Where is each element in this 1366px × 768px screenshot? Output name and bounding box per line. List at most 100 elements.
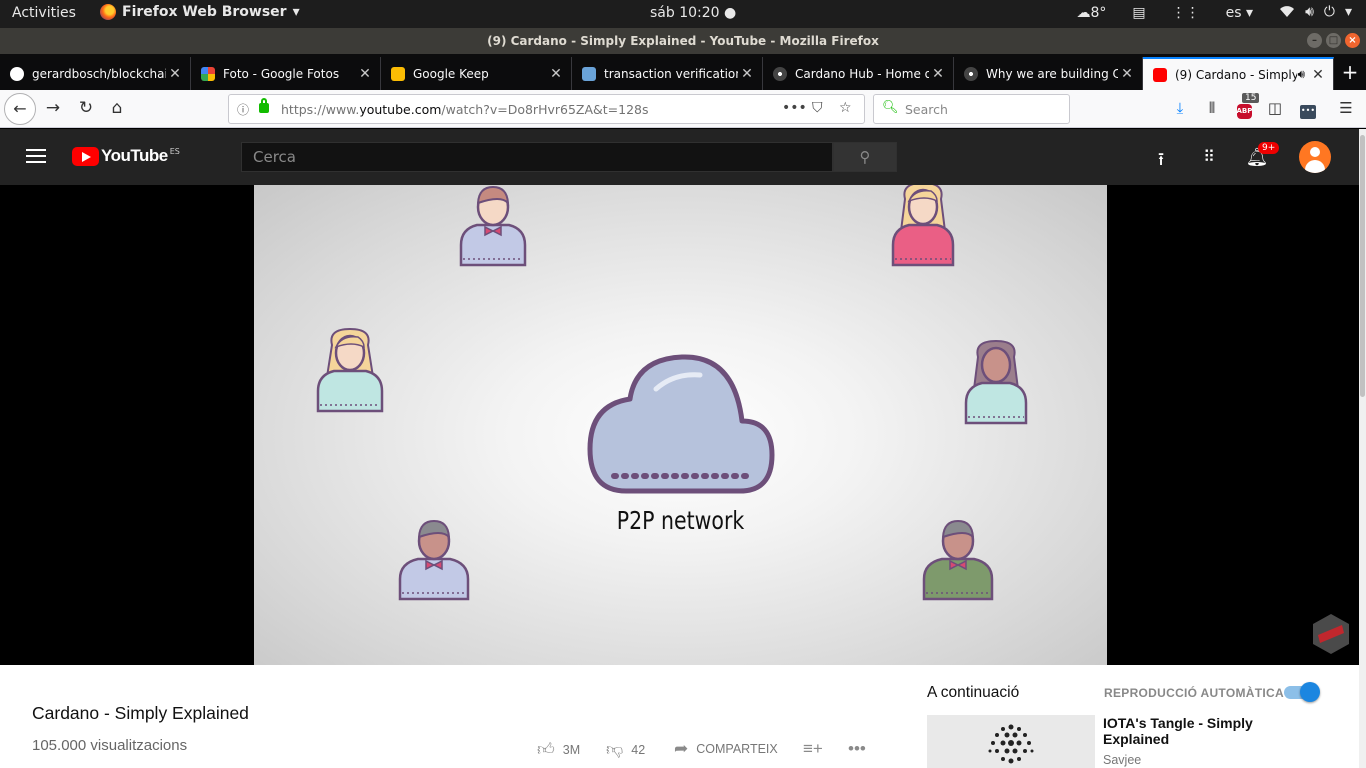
close-tab-icon[interactable]: ✕ — [929, 66, 947, 82]
save-to-playlist-button[interactable]: ≡+ — [803, 739, 823, 759]
share-button[interactable]: ➦ COMPARTEIX — [674, 739, 778, 759]
library-icon[interactable]: ⫴ — [1201, 99, 1223, 117]
tab-github[interactable]: gerardbosch/blockchain ✕ — [0, 57, 191, 90]
cardano-icon — [964, 66, 978, 81]
tab-label: transaction verification — [604, 66, 738, 81]
close-tab-icon[interactable]: ✕ — [356, 66, 374, 82]
activities-button[interactable]: Activities — [12, 5, 76, 21]
language-text: es — [1225, 5, 1242, 21]
tab-google-keep[interactable]: Google Keep ✕ — [381, 57, 572, 90]
share-arrow-icon: ➦ — [674, 739, 689, 758]
next-video-channel[interactable]: Savjee — [1103, 753, 1141, 767]
power-icon: ⏻ — [1323, 4, 1335, 20]
sidebar-icon[interactable]: ◫ — [1264, 99, 1286, 117]
bookmark-star-icon[interactable]: ☆ — [839, 100, 852, 116]
search-placeholder: Search — [905, 102, 948, 117]
dislike-button[interactable]: 👎︎ 42 — [606, 739, 645, 760]
forward-button[interactable]: → — [42, 98, 64, 118]
indicator-bars-icon[interactable]: ⋮⋮ — [1172, 5, 1200, 21]
tab-cardano-hub[interactable]: Cardano Hub - Home of ✕ — [763, 57, 954, 90]
firefox-icon — [100, 4, 116, 20]
status-menu[interactable]: 🔊︎ ⏻ ▾ — [1279, 4, 1352, 22]
page-scrollbar[interactable] — [1359, 129, 1366, 768]
chevron-down-icon: ▾ — [292, 4, 300, 20]
guide-menu-icon[interactable] — [26, 149, 46, 167]
lock-icon[interactable] — [259, 98, 269, 113]
weather-indicator[interactable]: ☁8° — [1077, 5, 1107, 21]
scrollbar-thumb[interactable] — [1360, 135, 1365, 397]
autoplay-toggle[interactable] — [1284, 682, 1320, 702]
close-tab-icon[interactable]: ✕ — [166, 66, 184, 82]
clock[interactable]: sáb 10:20 ● — [650, 5, 736, 21]
window-title-bar: (9) Cardano - Simply Explained - YouTube… — [0, 28, 1366, 54]
pocket-icon[interactable]: ⛉ — [812, 100, 823, 116]
app-name: Firefox Web Browser — [122, 4, 287, 20]
youtube-search-button[interactable]: ⚲ — [833, 142, 897, 172]
search-icon: ⚲ — [859, 148, 871, 166]
wifi-icon — [1279, 4, 1295, 22]
close-tab-icon[interactable]: ✕ — [1118, 66, 1136, 82]
url-prefix: https://www. — [281, 102, 360, 117]
tab-label: Google Keep — [413, 66, 489, 81]
search-bar[interactable]: 🔍︎ Search — [873, 94, 1070, 124]
chevron-down-icon: ▾ — [1344, 4, 1352, 20]
channel-watermark-icon[interactable] — [1312, 613, 1350, 659]
chevron-down-icon: ▾ — [1246, 5, 1254, 21]
google-photos-icon — [201, 66, 215, 81]
tab-youtube-cardano[interactable]: (9) Cardano - Simply 🔊︎ ✕ — [1143, 57, 1334, 90]
like-button[interactable]: 👍︎ 3M — [537, 739, 580, 760]
tab-label: (9) Cardano - Simply — [1175, 67, 1298, 82]
page-actions-icon[interactable]: ••• — [782, 100, 807, 116]
video-title: Cardano - Simply Explained — [32, 703, 249, 723]
navigation-toolbar: ← → ↻ ⌂ ⓘ https://www.youtube.com/watch?… — [0, 90, 1366, 128]
close-tab-icon[interactable]: ✕ — [1309, 67, 1327, 83]
like-count: 3M — [562, 742, 581, 757]
app-menu[interactable]: Firefox Web Browser ▾ — [100, 4, 300, 20]
upload-icon[interactable]: ⭱ — [1149, 147, 1173, 177]
back-button[interactable]: ← — [4, 93, 36, 125]
apps-grid-icon[interactable]: ⠿ — [1197, 147, 1221, 166]
url-bar[interactable]: ⓘ https://www.youtube.com/watch?v=Do8rHv… — [228, 94, 865, 124]
video-player[interactable]: P2P network — [0, 185, 1359, 665]
cloud-icon: ☁ — [1076, 5, 1091, 21]
tab-google-photos[interactable]: Foto - Google Fotos ✕ — [191, 57, 381, 90]
maximize-button[interactable]: □ — [1326, 33, 1341, 48]
youtube-logo[interactable]: YouTube ES — [72, 146, 180, 166]
region-code: ES — [169, 147, 180, 156]
github-icon — [10, 66, 24, 81]
weather-text: 8° — [1090, 5, 1107, 21]
language-menu[interactable]: es ▾ — [1226, 5, 1253, 21]
close-window-button[interactable]: × — [1345, 33, 1360, 48]
youtube-search-placeholder: Cerca — [253, 148, 296, 166]
info-icon[interactable]: ⓘ — [237, 101, 249, 118]
tab-transaction[interactable]: transaction verification ✕ — [572, 57, 763, 90]
video-frame[interactable]: P2P network — [254, 185, 1107, 665]
hamburger-menu-icon[interactable]: ☰ — [1335, 99, 1357, 117]
tab-label: Foto - Google Fotos — [223, 66, 340, 81]
autoplay-label: REPRODUCCIÓ AUTOMÀTICA — [1104, 686, 1284, 700]
reload-button[interactable]: ↻ — [75, 98, 97, 118]
minimize-button[interactable]: – — [1307, 33, 1322, 48]
avatar[interactable] — [1299, 141, 1331, 173]
volume-icon: 🔊︎ — [1305, 4, 1314, 20]
tab-label: gerardbosch/blockchain — [32, 66, 166, 81]
close-tab-icon[interactable]: ✕ — [738, 66, 756, 82]
next-video-thumbnail[interactable] — [927, 715, 1095, 768]
home-button[interactable]: ⌂ — [106, 98, 128, 118]
speaker-icon[interactable]: 🔊︎ — [1297, 67, 1305, 82]
youtube-play-icon — [72, 147, 99, 166]
close-tab-icon[interactable]: ✕ — [547, 66, 565, 82]
url-text[interactable]: https://www.youtube.com/watch?v=Do8rHvr6… — [281, 102, 649, 117]
cardano-icon — [773, 66, 787, 81]
more-actions-button[interactable]: ••• — [848, 739, 866, 759]
next-video-title[interactable]: IOTA's Tangle - Simply Explained — [1103, 715, 1263, 747]
clipboard-icon[interactable]: ▤ — [1132, 5, 1145, 21]
tab-label: Cardano Hub - Home of — [795, 66, 929, 81]
adblock-count-badge: 15 — [1242, 93, 1260, 103]
download-icon[interactable]: ⤓ — [1169, 99, 1191, 117]
tab-why-building[interactable]: Why we are building Ca ✕ — [954, 57, 1143, 90]
extension-icon[interactable]: ••• — [1297, 99, 1319, 119]
url-path: /watch?v=Do8rHvr65ZA&t=128s — [441, 102, 649, 117]
new-tab-button[interactable]: + — [1338, 60, 1362, 84]
youtube-search-input[interactable]: Cerca — [241, 142, 833, 172]
